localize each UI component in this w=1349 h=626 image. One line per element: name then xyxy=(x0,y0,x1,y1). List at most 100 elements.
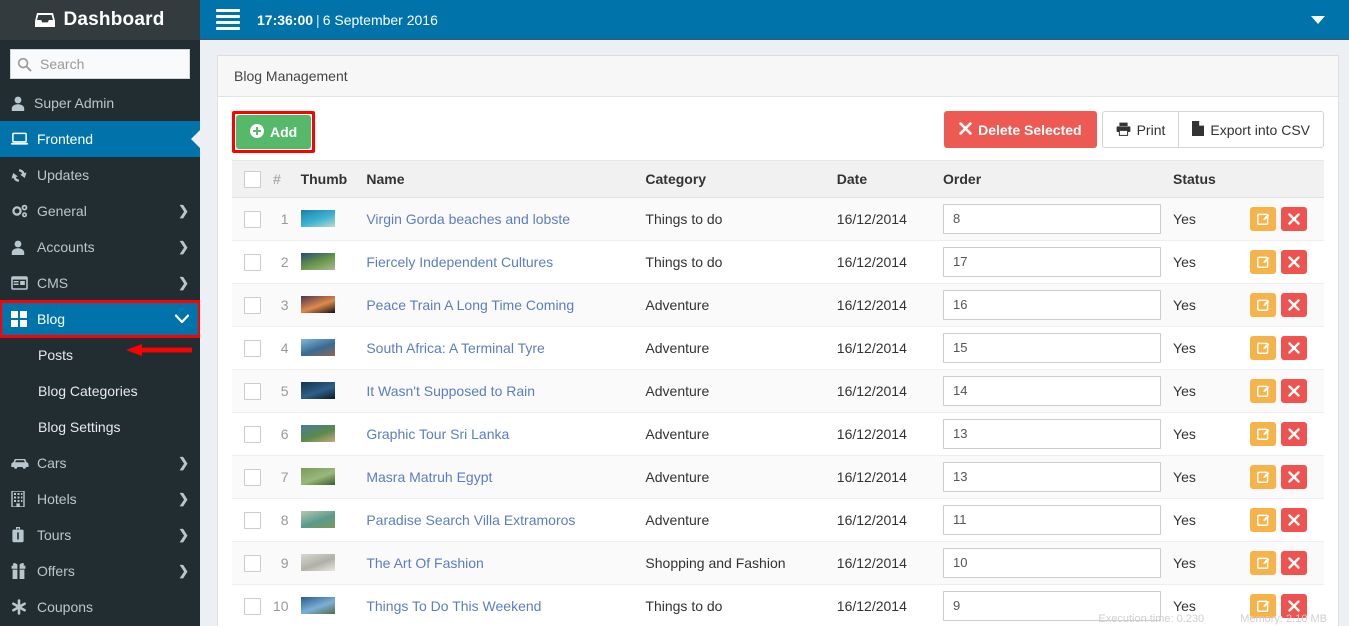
times-icon[interactable] xyxy=(1281,292,1308,317)
order-input[interactable] xyxy=(943,289,1162,320)
user-profile[interactable]: Super Admin xyxy=(0,85,200,121)
thumbnail-image xyxy=(300,597,335,615)
order-input[interactable] xyxy=(943,375,1162,406)
times-icon[interactable] xyxy=(1281,464,1308,489)
order-input[interactable] xyxy=(943,203,1162,234)
thumbnail-image xyxy=(300,382,335,400)
times-icon[interactable] xyxy=(1281,335,1308,360)
sidebar-item-blog[interactable]: Blog xyxy=(0,300,200,338)
row-select-cell xyxy=(232,498,267,541)
row-actions-cell xyxy=(1244,197,1324,240)
topbar-user-menu[interactable] xyxy=(1311,15,1333,24)
select-all-checkbox[interactable] xyxy=(244,170,261,188)
edit-icon[interactable] xyxy=(1250,507,1277,532)
chevron-right-icon: ❯ xyxy=(178,455,189,470)
post-title-link[interactable]: Graphic Tour Sri Lanka xyxy=(366,426,509,442)
sidebar-item-hotels[interactable]: Hotels ❯ xyxy=(0,481,200,517)
column-order[interactable]: Order xyxy=(937,160,1168,198)
add-button[interactable]: Add xyxy=(236,115,312,149)
clock-display: 17:36:00 | 6 September 2016 xyxy=(257,12,438,28)
times-icon[interactable] xyxy=(1281,249,1308,274)
row-checkbox[interactable] xyxy=(244,511,261,529)
post-title-link[interactable]: The Art Of Fashion xyxy=(366,555,484,571)
hamburger-icon[interactable] xyxy=(216,9,240,30)
sidebar-item-tours[interactable]: Tours ❯ xyxy=(0,517,200,553)
sidebar-item-cars[interactable]: Cars ❯ xyxy=(0,445,200,481)
sidebar-item-coupons[interactable]: Coupons xyxy=(0,589,200,625)
row-thumb-cell xyxy=(295,498,361,541)
thumbnail-image xyxy=(300,554,335,572)
column-date[interactable]: Date xyxy=(830,160,938,198)
row-category: Adventure xyxy=(645,339,710,356)
row-category: Things to do xyxy=(645,210,723,227)
row-date: 16/12/2014 xyxy=(836,382,907,399)
row-thumb-cell xyxy=(295,197,361,240)
row-category: Adventure xyxy=(645,425,710,442)
pointer-arrow-annotation xyxy=(126,344,192,356)
times-icon[interactable] xyxy=(1281,550,1308,575)
post-title-link[interactable]: Virgin Gorda beaches and lobste xyxy=(366,211,570,227)
edit-icon[interactable] xyxy=(1250,249,1277,274)
search-box[interactable] xyxy=(10,49,190,79)
chevron-right-icon: ❯ xyxy=(178,527,189,542)
sidebar-item-offers[interactable]: Offers ❯ xyxy=(0,553,200,589)
edit-icon[interactable] xyxy=(1250,550,1277,575)
row-checkbox[interactable] xyxy=(244,597,261,615)
column-thumb[interactable]: Thumb xyxy=(294,160,361,198)
column-category[interactable]: Category xyxy=(639,160,831,198)
row-thumb-cell xyxy=(295,541,361,584)
row-checkbox[interactable] xyxy=(244,554,261,572)
sidebar-item-blog-categories[interactable]: Blog Categories xyxy=(0,373,200,409)
row-index: 9 xyxy=(280,554,289,571)
sidebar-item-cms[interactable]: CMS ❯ xyxy=(0,265,200,301)
sidebar-item-accounts[interactable]: Accounts ❯ xyxy=(0,229,200,265)
times-icon[interactable] xyxy=(1281,378,1308,403)
edit-icon[interactable] xyxy=(1250,421,1277,446)
delete-selected-button[interactable]: Delete Selected xyxy=(944,111,1097,148)
column-status[interactable]: Status xyxy=(1167,160,1245,198)
column-name[interactable]: Name xyxy=(360,160,640,198)
print-button[interactable]: Print xyxy=(1101,111,1180,148)
sidebar-item-blog-settings[interactable]: Blog Settings xyxy=(0,409,200,445)
post-title-link[interactable]: Peace Train A Long Time Coming xyxy=(366,297,574,313)
post-title-link[interactable]: South Africa: A Terminal Tyre xyxy=(366,340,544,356)
row-checkbox[interactable] xyxy=(244,296,261,314)
order-input[interactable] xyxy=(943,461,1162,492)
export-csv-button[interactable]: Export into CSV xyxy=(1179,111,1324,148)
inbox-icon xyxy=(35,11,56,29)
order-input[interactable] xyxy=(943,246,1162,277)
sidebar-item-frontend[interactable]: Frontend xyxy=(0,121,200,157)
post-title-link[interactable]: Paradise Search Villa Extramoros xyxy=(366,512,575,528)
sidebar-subitem-label: Posts xyxy=(38,347,74,363)
post-title-link[interactable]: Things To Do This Weekend xyxy=(366,598,541,614)
row-checkbox[interactable] xyxy=(244,468,261,486)
order-input[interactable] xyxy=(943,547,1162,578)
times-icon[interactable] xyxy=(1281,421,1308,446)
order-input[interactable] xyxy=(943,504,1162,535)
sidebar-item-updates[interactable]: Updates xyxy=(0,157,200,193)
column-hash[interactable]: # xyxy=(267,160,295,198)
order-input[interactable] xyxy=(943,332,1162,363)
sidebar-item-general[interactable]: General ❯ xyxy=(0,193,200,229)
post-title-link[interactable]: Fiercely Independent Cultures xyxy=(366,254,553,270)
edit-icon[interactable] xyxy=(1250,464,1277,489)
column-actions xyxy=(1244,160,1324,198)
edit-icon[interactable] xyxy=(1250,378,1277,403)
clock-time: 17:36:00 xyxy=(257,11,314,28)
post-title-link[interactable]: It Wasn't Supposed to Rain xyxy=(366,383,535,399)
brand-header[interactable]: Dashboard xyxy=(0,0,200,40)
times-icon[interactable] xyxy=(1281,507,1308,532)
sidebar-nav: Frontend Updates General ❯ Accounts ❯ CM… xyxy=(0,121,200,625)
row-checkbox[interactable] xyxy=(244,253,261,271)
search-input[interactable] xyxy=(38,55,183,73)
row-checkbox[interactable] xyxy=(244,210,261,228)
row-checkbox[interactable] xyxy=(244,339,261,357)
edit-icon[interactable] xyxy=(1250,292,1277,317)
post-title-link[interactable]: Masra Matruh Egypt xyxy=(366,469,492,485)
order-input[interactable] xyxy=(943,418,1162,449)
row-checkbox[interactable] xyxy=(244,382,261,400)
edit-icon[interactable] xyxy=(1250,335,1277,360)
times-icon[interactable] xyxy=(1281,206,1308,231)
edit-icon[interactable] xyxy=(1250,206,1277,231)
row-checkbox[interactable] xyxy=(244,425,261,443)
